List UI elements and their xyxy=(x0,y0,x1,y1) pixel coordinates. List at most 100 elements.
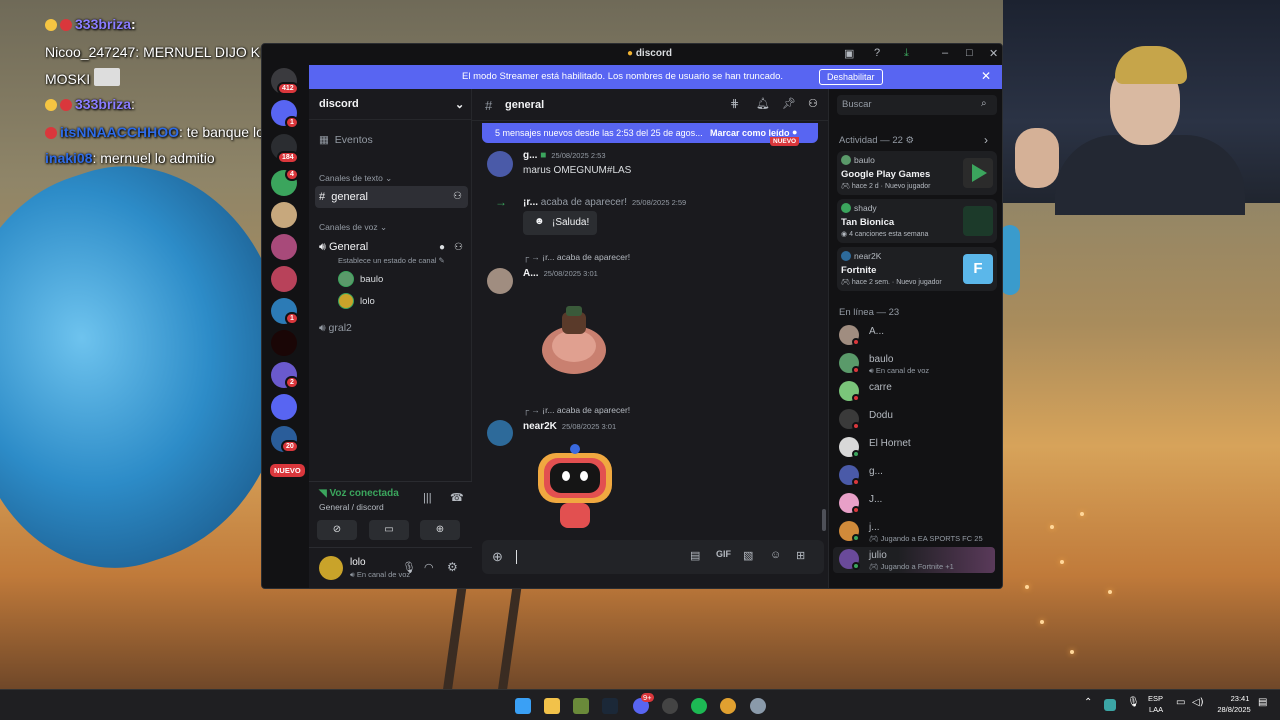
settings-icon[interactable] xyxy=(750,698,766,714)
gif-icon[interactable]: GIF xyxy=(716,549,731,559)
noise-suppression-icon[interactable]: ||| xyxy=(423,492,432,504)
emote-icon xyxy=(94,68,121,86)
pin-icon[interactable]: 📌︎ xyxy=(782,97,796,110)
guild-name[interactable]: discord ⌄ xyxy=(319,98,464,111)
headphones-icon[interactable]: ◠ xyxy=(424,561,434,574)
microphone-icon[interactable]: 🎙︎ xyxy=(1127,697,1140,708)
disable-streamer-button[interactable]: Deshabilitar xyxy=(819,69,883,85)
avatar[interactable] xyxy=(487,151,513,177)
member-row[interactable]: baulo 🔊︎ En canal de voz xyxy=(839,351,999,377)
member-row[interactable]: g... xyxy=(839,463,999,489)
search-input[interactable]: Buscar ⌕ xyxy=(837,95,997,115)
server-badge: 2 xyxy=(285,376,299,389)
windows-start-icon[interactable] xyxy=(515,698,531,714)
help-icon[interactable]: ? xyxy=(874,47,880,59)
chevron-up-icon[interactable]: ⌃ xyxy=(1084,697,1092,708)
avatar xyxy=(338,271,354,287)
text-channels-header[interactable]: Canales de texto ⌄ xyxy=(319,173,392,184)
notification-icon[interactable]: ▤ xyxy=(1258,697,1267,708)
activity-button[interactable]: ⊕ xyxy=(420,520,460,540)
server-icon[interactable] xyxy=(271,202,297,228)
activity-card[interactable]: baulo Google Play Games 🎮︎ hace 2 d · Nu… xyxy=(837,151,997,195)
activity-card[interactable]: shady Tan Bionica ◉ 4 canciones esta sem… xyxy=(837,199,997,243)
camera-off-button[interactable]: ⊘ xyxy=(317,520,357,540)
channel-general[interactable]: # general xyxy=(319,191,368,203)
disconnect-icon[interactable]: ☎ xyxy=(450,491,464,504)
members-icon[interactable]: ⚇ xyxy=(808,97,818,110)
monitor-icon[interactable]: ▣ xyxy=(844,47,854,60)
voice-channel-gral2[interactable]: 🔊︎ gral2 xyxy=(319,322,352,335)
gear-icon[interactable]: ⚙ xyxy=(447,560,458,574)
app-icon[interactable] xyxy=(662,698,678,714)
download-icon[interactable]: ⤓ xyxy=(904,47,909,60)
maximize-button[interactable]: □ xyxy=(966,47,973,59)
album-art-icon xyxy=(963,206,993,236)
threads-icon[interactable]: ⋕ xyxy=(730,97,739,110)
clock-time[interactable]: 23:41 xyxy=(1222,694,1258,703)
server-icon[interactable] xyxy=(271,394,297,420)
member-row[interactable]: Dodu xyxy=(839,407,999,433)
voice-channel-status[interactable]: Establece un estado de canal ✎ xyxy=(338,256,445,265)
monitor-icon[interactable]: ▭ xyxy=(1176,697,1185,708)
close-button[interactable]: ✕ xyxy=(989,47,998,60)
google-play-icon xyxy=(963,158,993,188)
add-attachment-icon[interactable]: ⊕ xyxy=(492,549,503,565)
server-icon[interactable] xyxy=(271,234,297,260)
reply-preview[interactable]: ┌ → ¡r... acaba de aparecer! xyxy=(523,405,630,415)
member-row[interactable]: j... 🎮︎ Jugando a EA SPORTS FC 25 xyxy=(839,519,999,545)
member-row[interactable]: A... xyxy=(839,323,999,349)
steam-icon[interactable] xyxy=(602,698,618,714)
chrome-icon[interactable] xyxy=(720,698,736,714)
sticker-icon[interactable]: ▧ xyxy=(743,549,753,562)
gift-icon[interactable]: ▤ xyxy=(690,549,700,562)
new-servers-badge[interactable]: NUEVO xyxy=(268,462,307,479)
activity-header[interactable]: Actividad — 22 ⚙ xyxy=(839,135,914,146)
activity-card[interactable]: near2K Fortnite 🎮︎ hace 2 sem. · Nuevo j… xyxy=(837,247,997,291)
voice-channels-header[interactable]: Canales de voz ⌄ xyxy=(319,222,387,233)
tray-icon[interactable] xyxy=(1104,699,1116,711)
spotify-icon[interactable] xyxy=(691,698,707,714)
member-row[interactable]: J... xyxy=(839,491,999,517)
voice-status: ◥ Voz conectada xyxy=(319,488,399,499)
server-badge: 1 xyxy=(285,312,299,325)
voice-location[interactable]: General / discord xyxy=(319,502,384,512)
screen-share-button[interactable]: ▭ xyxy=(369,520,409,540)
chat-bubble-icon[interactable]: ● xyxy=(439,242,445,253)
microphone-icon[interactable]: 🎙︎ xyxy=(402,561,416,574)
wave-button[interactable]: ☻ ¡Saluda! xyxy=(523,211,597,235)
member-row[interactable]: julio 🎮︎ Jugando a Fortnite +1 xyxy=(833,547,995,573)
clock-date[interactable]: 28/8/2025 xyxy=(1210,705,1258,714)
message-input[interactable] xyxy=(514,546,714,568)
chevron-right-icon[interactable]: › xyxy=(984,133,988,147)
voice-user[interactable]: lolo xyxy=(360,296,375,307)
bell-icon[interactable]: 🔔︎ xyxy=(756,97,770,110)
close-icon[interactable]: ✕ xyxy=(981,69,991,83)
member-row[interactable]: El Hornet xyxy=(839,435,999,461)
file-explorer-icon[interactable] xyxy=(544,698,560,714)
reply-preview[interactable]: ┌ → ¡r... acaba de aparecer! xyxy=(523,252,630,262)
events-item[interactable]: ▦ Eventos xyxy=(319,134,373,146)
apps-icon[interactable]: ⊞ xyxy=(796,549,805,562)
avatar[interactable] xyxy=(319,556,343,580)
keyboard-layout[interactable]: LAA xyxy=(1149,705,1163,714)
webcam-person-body xyxy=(1055,135,1245,215)
voice-user[interactable]: baulo xyxy=(360,274,383,285)
server-icon[interactable] xyxy=(271,330,297,356)
minimize-button[interactable]: – xyxy=(942,47,948,59)
avatar[interactable] xyxy=(487,268,513,294)
message-header: g... ■ 25/08/2025 2:53 xyxy=(523,150,606,161)
member-row[interactable]: carre xyxy=(839,379,999,405)
title-bar: ● discord ▣ ? ⤓ – □ ✕ xyxy=(262,44,1002,64)
volume-icon[interactable]: ◁) xyxy=(1192,697,1204,708)
app-icon[interactable] xyxy=(573,698,589,714)
chat-line: inaki08: mernuel lo admitio xyxy=(45,150,215,166)
scrollbar[interactable] xyxy=(822,509,826,531)
add-member-icon[interactable]: ⚇ xyxy=(454,242,463,253)
emoji-icon[interactable]: ☺ xyxy=(770,549,781,561)
voice-channel-general[interactable]: 🔊︎ General xyxy=(319,241,368,254)
add-member-icon[interactable]: ⚇ xyxy=(453,191,462,202)
language-indicator[interactable]: ESP xyxy=(1148,694,1163,703)
new-messages-bar[interactable]: 5 mensajes nuevos desde las 2:53 del 25 … xyxy=(482,123,818,143)
avatar[interactable] xyxy=(487,420,513,446)
server-icon[interactable] xyxy=(271,266,297,292)
